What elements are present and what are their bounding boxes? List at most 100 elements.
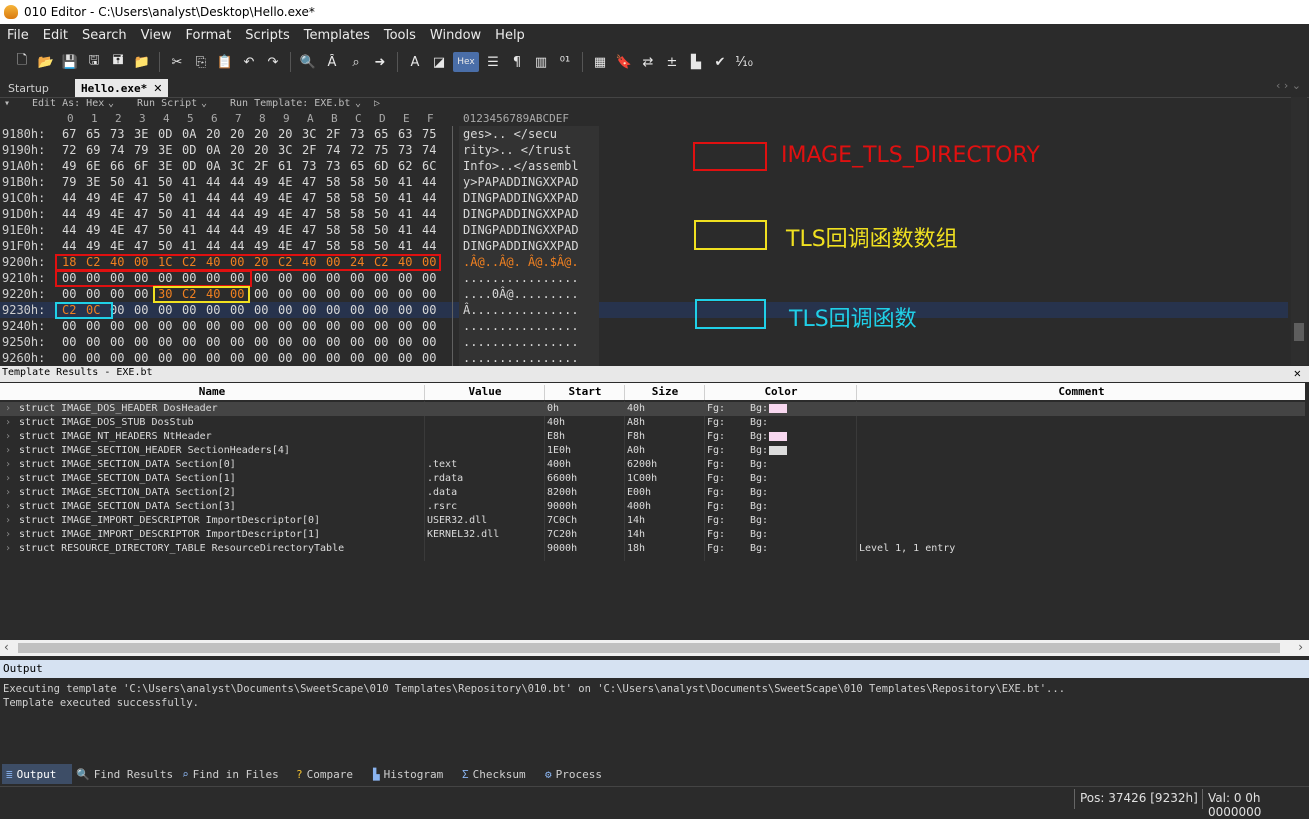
ascii-text[interactable]: ................	[463, 271, 579, 285]
hex-byte[interactable]: 00	[350, 271, 364, 285]
hex-byte[interactable]: 20	[254, 143, 268, 157]
play-icon[interactable]: ▷	[374, 98, 380, 109]
hex-byte[interactable]: 41	[398, 239, 412, 253]
scroll-left-icon[interactable]: ‹	[4, 640, 9, 654]
hex-byte[interactable]: 00	[422, 287, 436, 301]
hex-byte[interactable]: 00	[134, 287, 148, 301]
hex-byte[interactable]: 44	[230, 239, 244, 253]
hex-byte[interactable]: 00	[326, 351, 340, 365]
run-template-dropdown[interactable]: Run Template: EXE.bt	[230, 98, 350, 109]
hex-byte[interactable]: 65	[350, 159, 364, 173]
menu-window[interactable]: Window	[423, 28, 488, 43]
checksum-icon[interactable]: ✔	[710, 52, 730, 72]
hex-byte[interactable]: 73	[398, 143, 412, 157]
hex-byte[interactable]: 00	[110, 287, 124, 301]
hex-byte[interactable]: 50	[374, 175, 388, 189]
expand-icon[interactable]: ›	[5, 431, 11, 442]
expand-icon[interactable]: ›	[5, 403, 11, 414]
hex-byte[interactable]: 00	[254, 287, 268, 301]
col-size[interactable]: Size	[624, 385, 705, 400]
hex-byte[interactable]: 00	[326, 319, 340, 333]
tab-output[interactable]: ≣ Output	[2, 764, 72, 784]
hex-byte[interactable]: 47	[134, 223, 148, 237]
ascii-text[interactable]: ................	[463, 319, 579, 333]
menu-file[interactable]: File	[0, 28, 36, 43]
hex-byte[interactable]: 20	[254, 127, 268, 141]
hex-byte[interactable]: 00	[254, 335, 268, 349]
hex-byte[interactable]: 00	[206, 319, 220, 333]
hex-byte[interactable]: 73	[326, 159, 340, 173]
ascii-text[interactable]: Â...............	[463, 303, 579, 317]
columns-icon[interactable]: ☰	[483, 52, 503, 72]
hex-byte[interactable]: 44	[230, 191, 244, 205]
hex-byte[interactable]: 65	[86, 127, 100, 141]
hex-byte[interactable]: 75	[374, 143, 388, 157]
close-icon[interactable]: ✕	[1294, 366, 1301, 380]
hex-byte[interactable]: 00	[230, 335, 244, 349]
hex-byte[interactable]: 00	[302, 319, 316, 333]
hex-byte[interactable]: 00	[398, 271, 412, 285]
new-file-icon[interactable]: 🗋	[12, 52, 32, 72]
hex-byte[interactable]: 00	[302, 303, 316, 317]
hex-byte[interactable]: 00	[158, 351, 172, 365]
hex-byte[interactable]: 49	[254, 239, 268, 253]
hex-byte[interactable]: 4E	[110, 223, 124, 237]
columns-view-icon[interactable]: ▥	[531, 52, 551, 72]
hex-byte[interactable]: 0A	[182, 127, 196, 141]
hex-byte[interactable]: 00	[110, 335, 124, 349]
ascii-text[interactable]: y>PAPADDINGXXPAD	[463, 175, 579, 189]
hex-byte[interactable]: 20	[278, 127, 292, 141]
hex-byte[interactable]: 00	[422, 319, 436, 333]
hex-byte[interactable]: 00	[86, 319, 100, 333]
hex-byte[interactable]: 00	[422, 303, 436, 317]
hex-byte[interactable]: 50	[158, 223, 172, 237]
hex-byte[interactable]: 79	[134, 143, 148, 157]
binary-icon[interactable]: ⁰¹	[555, 52, 575, 72]
template-row[interactable]: › struct IMAGE_SECTION_DATA Section[3] .rs…	[0, 500, 1305, 514]
ascii-text[interactable]: Info>..</assembl	[463, 159, 579, 173]
menu-templates[interactable]: Templates	[297, 28, 377, 43]
tab-nav-arrows[interactable]: ‹ › ⌄	[1276, 79, 1301, 92]
hex-byte[interactable]: 00	[326, 287, 340, 301]
hex-byte[interactable]: 44	[62, 239, 76, 253]
col-name[interactable]: Name	[0, 385, 424, 400]
hex-byte[interactable]: 49	[254, 223, 268, 237]
template-row[interactable]: › struct IMAGE_DOS_STUB DosStub 40h A8h Fg: B…	[0, 416, 1305, 430]
hex-byte[interactable]: 74	[110, 143, 124, 157]
hex-byte[interactable]: 00	[62, 319, 76, 333]
template-row[interactable]: › struct IMAGE_IMPORT_DESCRIPTOR ImportDe…	[0, 514, 1305, 528]
hex-byte[interactable]: 47	[302, 191, 316, 205]
hex-byte[interactable]: 00	[134, 335, 148, 349]
template-row[interactable]: › struct IMAGE_SECTION_HEADER SectionHead…	[0, 444, 1305, 458]
template-horizontal-scrollbar[interactable]: ‹ ›	[0, 640, 1309, 656]
expand-icon[interactable]: ›	[5, 459, 11, 470]
expand-icon[interactable]: ›	[5, 501, 11, 512]
hex-byte[interactable]: 00	[374, 287, 388, 301]
copy-icon[interactable]: ⎘	[191, 52, 211, 72]
ascii-text[interactable]: DINGPADDINGXXPAD	[463, 207, 579, 221]
hex-byte[interactable]: 47	[302, 207, 316, 221]
hex-row[interactable]: 91F0h: 44 49 4E 47 50 41 44 44 49 4E 47 58 58 50 41 44 DI…	[0, 238, 1288, 254]
hex-byte[interactable]: 00	[278, 319, 292, 333]
hex-byte[interactable]: 0A	[206, 159, 220, 173]
hex-byte[interactable]: 00	[302, 287, 316, 301]
chevron-down-icon[interactable]: ⌄	[108, 98, 114, 109]
expand-icon[interactable]: ›	[5, 473, 11, 484]
hex-byte[interactable]: 00	[398, 303, 412, 317]
expand-icon[interactable]: ›	[5, 529, 11, 540]
hex-byte[interactable]: 00	[350, 319, 364, 333]
hex-byte[interactable]: 00	[182, 351, 196, 365]
save-icon[interactable]: 💾	[60, 52, 80, 72]
hex-byte[interactable]: 00	[278, 303, 292, 317]
calculator-icon[interactable]: ▦	[590, 52, 610, 72]
hex-byte[interactable]: 50	[374, 239, 388, 253]
hex-byte[interactable]: 44	[422, 191, 436, 205]
hex-byte[interactable]: 00	[374, 335, 388, 349]
hex-byte[interactable]: 41	[182, 191, 196, 205]
ascii-text[interactable]: ................	[463, 351, 579, 365]
hex-byte[interactable]: 72	[350, 143, 364, 157]
hex-byte[interactable]: 00	[374, 319, 388, 333]
expand-icon[interactable]: ›	[5, 417, 11, 428]
ascii-text[interactable]: ....0Â@.........	[463, 287, 579, 301]
hex-byte[interactable]: 41	[182, 223, 196, 237]
